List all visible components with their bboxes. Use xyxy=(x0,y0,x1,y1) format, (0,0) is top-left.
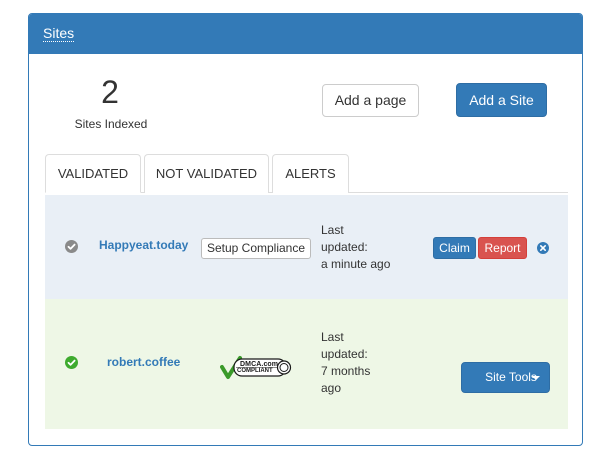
check-circle-gray-icon xyxy=(65,240,78,253)
site-row-happyeat: Happyeat.today Setup Compliance Last upd… xyxy=(45,195,568,299)
dmca-badge-top-text: DMCA.com xyxy=(240,361,279,368)
last-updated-line: updated: xyxy=(321,240,368,254)
tab-validated[interactable]: VALIDATED xyxy=(45,154,141,193)
claim-button[interactable]: Claim xyxy=(433,237,476,259)
site-tools-label: Site Tools xyxy=(485,370,537,384)
last-updated-line: a minute ago xyxy=(321,257,391,271)
dmca-compliant-badge[interactable]: DMCA.com COMPLIANT xyxy=(220,355,294,381)
last-updated-text: Last updated: a minute ago xyxy=(321,222,411,273)
last-updated-line: Last xyxy=(321,330,344,344)
site-row-robert-coffee: robert.coffee DMCA.com COMPLIANT Last up… xyxy=(45,299,568,429)
check-circle-green-icon xyxy=(65,356,78,369)
report-button[interactable]: Report xyxy=(478,237,527,259)
panel-title[interactable]: Sites xyxy=(43,26,75,42)
site-link-robert-coffee[interactable]: robert.coffee xyxy=(107,355,180,369)
dmca-badge-bottom-text: COMPLIANT xyxy=(237,368,273,374)
last-updated-line: 7 months xyxy=(321,364,371,378)
tab-not-validated[interactable]: NOT VALIDATED xyxy=(144,154,269,193)
last-updated-text: Last updated: 7 months ago xyxy=(321,329,381,397)
last-updated-line: updated: xyxy=(321,347,368,361)
panel-heading: Sites xyxy=(29,14,582,54)
last-updated-line: ago xyxy=(321,381,342,395)
caret-down-icon xyxy=(532,376,540,380)
sites-panel: Sites 2 Sites Indexed Add a page Add a S… xyxy=(28,13,583,446)
close-circle-icon[interactable] xyxy=(537,242,549,254)
site-link-happyeat[interactable]: Happyeat.today xyxy=(99,238,188,252)
setup-compliance-button[interactable]: Setup Compliance xyxy=(201,238,311,259)
sites-count: 2 xyxy=(101,74,119,110)
last-updated-line: Last xyxy=(321,223,344,237)
add-site-button[interactable]: Add a Site xyxy=(456,83,547,117)
site-tools-dropdown-button[interactable]: Site Tools xyxy=(461,362,550,393)
add-page-button[interactable]: Add a page xyxy=(322,84,419,117)
sites-count-label: Sites Indexed xyxy=(74,117,148,131)
tab-alerts[interactable]: ALERTS xyxy=(272,154,349,193)
